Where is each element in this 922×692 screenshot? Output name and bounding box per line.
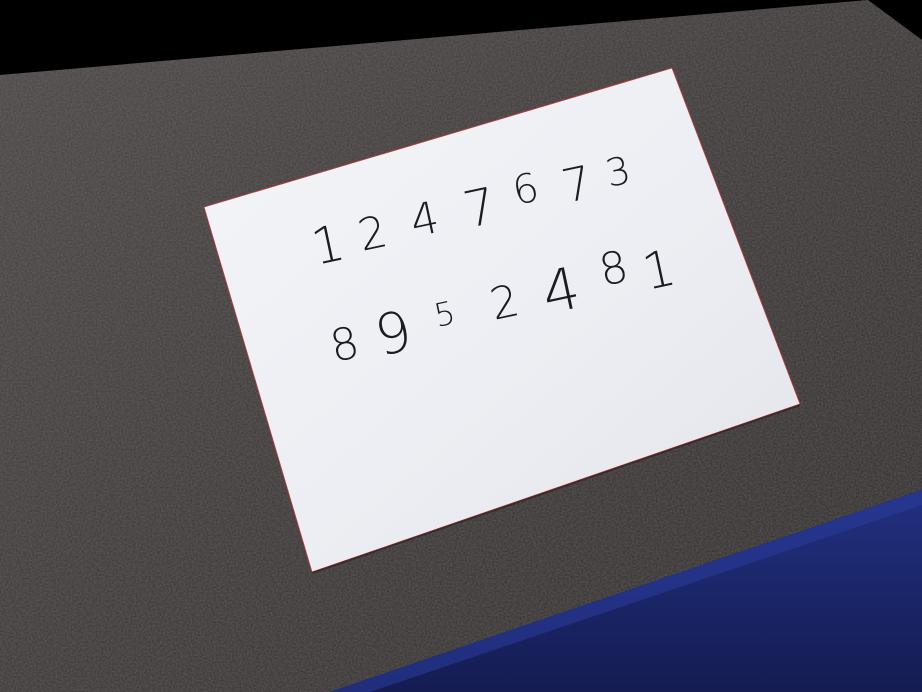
photo-scene: 1 2 4 7 6 7 3 8 9 5 2 4 8 1	[0, 0, 922, 692]
photo-canvas: 1 2 4 7 6 7 3 8 9 5 2 4 8 1	[0, 0, 922, 692]
